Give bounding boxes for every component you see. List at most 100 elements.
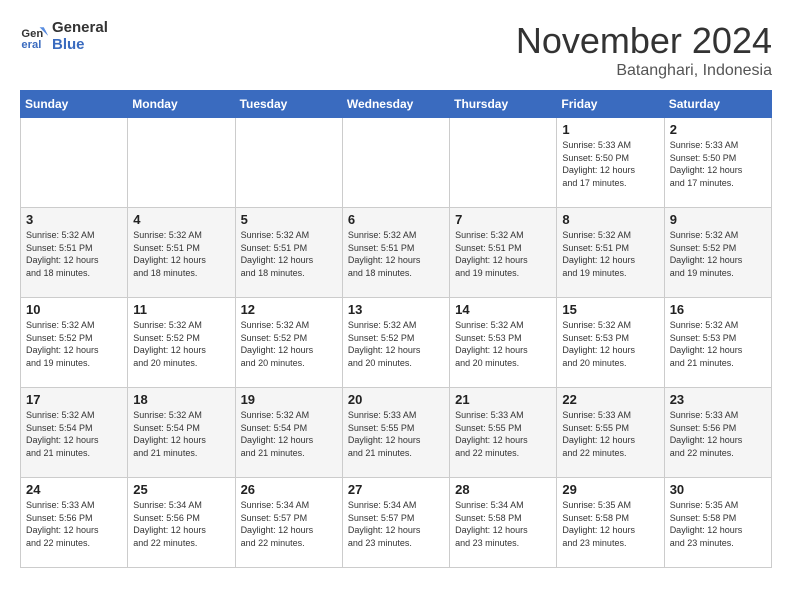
day-info: Sunrise: 5:32 AM Sunset: 5:54 PM Dayligh… (241, 409, 337, 459)
day-info: Sunrise: 5:32 AM Sunset: 5:52 PM Dayligh… (348, 319, 444, 369)
day-cell: 21 Sunrise: 5:33 AM Sunset: 5:55 PM Dayli… (450, 388, 557, 478)
day-info: Sunrise: 5:35 AM Sunset: 5:58 PM Dayligh… (562, 499, 658, 549)
day-info: Sunrise: 5:35 AM Sunset: 5:58 PM Dayligh… (670, 499, 766, 549)
day-info: Sunrise: 5:32 AM Sunset: 5:51 PM Dayligh… (133, 229, 229, 279)
day-cell: 29 Sunrise: 5:35 AM Sunset: 5:58 PM Dayli… (557, 478, 664, 568)
day-info: Sunrise: 5:32 AM Sunset: 5:53 PM Dayligh… (455, 319, 551, 369)
day-info: Sunrise: 5:32 AM Sunset: 5:52 PM Dayligh… (241, 319, 337, 369)
day-cell (21, 118, 128, 208)
day-number: 15 (562, 302, 658, 317)
day-number: 14 (455, 302, 551, 317)
day-cell: 16 Sunrise: 5:32 AM Sunset: 5:53 PM Dayli… (664, 298, 771, 388)
weekday-row: SundayMondayTuesdayWednesdayThursdayFrid… (21, 91, 772, 118)
day-number: 29 (562, 482, 658, 497)
day-number: 2 (670, 122, 766, 137)
day-number: 1 (562, 122, 658, 137)
day-number: 28 (455, 482, 551, 497)
day-info: Sunrise: 5:33 AM Sunset: 5:50 PM Dayligh… (670, 139, 766, 189)
day-number: 30 (670, 482, 766, 497)
day-number: 18 (133, 392, 229, 407)
day-number: 9 (670, 212, 766, 227)
day-cell: 7 Sunrise: 5:32 AM Sunset: 5:51 PM Daylig… (450, 208, 557, 298)
day-number: 23 (670, 392, 766, 407)
weekday-header-tuesday: Tuesday (235, 91, 342, 118)
day-info: Sunrise: 5:33 AM Sunset: 5:56 PM Dayligh… (26, 499, 122, 549)
day-info: Sunrise: 5:33 AM Sunset: 5:55 PM Dayligh… (562, 409, 658, 459)
day-number: 22 (562, 392, 658, 407)
day-info: Sunrise: 5:32 AM Sunset: 5:54 PM Dayligh… (133, 409, 229, 459)
day-cell: 1Sunrise: 5:33 AM Sunset: 5:50 PM Daylig… (557, 118, 664, 208)
day-number: 25 (133, 482, 229, 497)
day-cell: 13 Sunrise: 5:32 AM Sunset: 5:52 PM Dayli… (342, 298, 449, 388)
calendar-body: 1 Sunrise: 5:33 AM Sunset: 5:50 PM Daylig… (21, 118, 772, 568)
day-number: 6 (348, 212, 444, 227)
month-title: November 2024 (516, 20, 772, 62)
day-info: Sunrise: 5:32 AM Sunset: 5:51 PM Dayligh… (455, 229, 551, 279)
day-info: Sunrise: 5:33 AM Sunset: 5:55 PM Dayligh… (455, 409, 551, 459)
day-cell: 19Sunrise: 5:32 AM Sunset: 5:54 PM Dayli… (235, 388, 342, 478)
day-number: 17 (26, 392, 122, 407)
location: Batanghari, Indonesia (516, 62, 772, 80)
day-number: 7 (455, 212, 551, 227)
weekday-header-thursday: Thursday (450, 91, 557, 118)
day-cell: 14 Sunrise: 5:32 AM Sunset: 5:53 PM Dayli… (450, 298, 557, 388)
day-info: Sunrise: 5:34 AM Sunset: 5:58 PM Dayligh… (455, 499, 551, 549)
day-number: 8 (562, 212, 658, 227)
day-cell: 10 Sunrise: 5:32 AM Sunset: 5:52 PM Dayli… (21, 298, 128, 388)
weekday-header-saturday: Saturday (664, 91, 771, 118)
svg-text:Gen: Gen (21, 28, 43, 40)
day-number: 10 (26, 302, 122, 317)
day-number: 12 (241, 302, 337, 317)
logo-icon: Gen eral (20, 23, 48, 51)
day-cell: 22 Sunrise: 5:33 AM Sunset: 5:55 PM Dayli… (557, 388, 664, 478)
weekday-header-wednesday: Wednesday (342, 91, 449, 118)
day-number: 13 (348, 302, 444, 317)
day-number: 20 (348, 392, 444, 407)
day-number: 3 (26, 212, 122, 227)
weekday-header-monday: Monday (128, 91, 235, 118)
day-info: Sunrise: 5:32 AM Sunset: 5:51 PM Dayligh… (348, 229, 444, 279)
day-cell: 18 Sunrise: 5:32 AM Sunset: 5:54 PM Dayli… (128, 388, 235, 478)
day-cell: 26 Sunrise: 5:34 AM Sunset: 5:57 PM Dayli… (235, 478, 342, 568)
day-number: 16 (670, 302, 766, 317)
logo-text-general: General (52, 20, 108, 37)
day-cell: 2 Sunrise: 5:33 AM Sunset: 5:50 PM Daylig… (664, 118, 771, 208)
day-cell: 20Sunrise: 5:33 AM Sunset: 5:55 PM Dayli… (342, 388, 449, 478)
week-row-2: 3 Sunrise: 5:32 AM Sunset: 5:51 PM Daylig… (21, 208, 772, 298)
day-info: Sunrise: 5:32 AM Sunset: 5:53 PM Dayligh… (670, 319, 766, 369)
page-header: Gen eral General Blue November 2024 Bata… (20, 20, 772, 80)
day-cell: 5 Sunrise: 5:32 AM Sunset: 5:51 PM Daylig… (235, 208, 342, 298)
day-cell (128, 118, 235, 208)
day-info: Sunrise: 5:32 AM Sunset: 5:52 PM Dayligh… (26, 319, 122, 369)
week-row-3: 10 Sunrise: 5:32 AM Sunset: 5:52 PM Dayli… (21, 298, 772, 388)
weekday-header-friday: Friday (557, 91, 664, 118)
day-info: Sunrise: 5:33 AM Sunset: 5:56 PM Dayligh… (670, 409, 766, 459)
day-cell: 15Sunrise: 5:32 AM Sunset: 5:53 PM Dayli… (557, 298, 664, 388)
day-number: 26 (241, 482, 337, 497)
day-info: Sunrise: 5:32 AM Sunset: 5:51 PM Dayligh… (26, 229, 122, 279)
day-number: 24 (26, 482, 122, 497)
day-info: Sunrise: 5:32 AM Sunset: 5:54 PM Dayligh… (26, 409, 122, 459)
day-number: 5 (241, 212, 337, 227)
svg-text:eral: eral (21, 39, 41, 51)
day-cell: 27Sunrise: 5:34 AM Sunset: 5:57 PM Dayli… (342, 478, 449, 568)
day-info: Sunrise: 5:32 AM Sunset: 5:51 PM Dayligh… (241, 229, 337, 279)
day-cell: 8 Sunrise: 5:32 AM Sunset: 5:51 PM Daylig… (557, 208, 664, 298)
week-row-4: 17 Sunrise: 5:32 AM Sunset: 5:54 PM Dayli… (21, 388, 772, 478)
week-row-5: 24 Sunrise: 5:33 AM Sunset: 5:56 PM Dayli… (21, 478, 772, 568)
day-info: Sunrise: 5:32 AM Sunset: 5:52 PM Dayligh… (133, 319, 229, 369)
calendar-table: SundayMondayTuesdayWednesdayThursdayFrid… (20, 90, 772, 568)
day-cell: 23 Sunrise: 5:33 AM Sunset: 5:56 PM Dayli… (664, 388, 771, 478)
day-cell: 3 Sunrise: 5:32 AM Sunset: 5:51 PM Daylig… (21, 208, 128, 298)
day-cell: 17 Sunrise: 5:32 AM Sunset: 5:54 PM Dayli… (21, 388, 128, 478)
logo: Gen eral General Blue (20, 20, 108, 53)
day-number: 21 (455, 392, 551, 407)
day-cell: 4Sunrise: 5:32 AM Sunset: 5:51 PM Daylig… (128, 208, 235, 298)
day-cell (342, 118, 449, 208)
day-info: Sunrise: 5:34 AM Sunset: 5:57 PM Dayligh… (348, 499, 444, 549)
day-info: Sunrise: 5:34 AM Sunset: 5:56 PM Dayligh… (133, 499, 229, 549)
day-cell (235, 118, 342, 208)
day-info: Sunrise: 5:32 AM Sunset: 5:51 PM Dayligh… (562, 229, 658, 279)
day-cell: 24 Sunrise: 5:33 AM Sunset: 5:56 PM Dayli… (21, 478, 128, 568)
day-info: Sunrise: 5:34 AM Sunset: 5:57 PM Dayligh… (241, 499, 337, 549)
